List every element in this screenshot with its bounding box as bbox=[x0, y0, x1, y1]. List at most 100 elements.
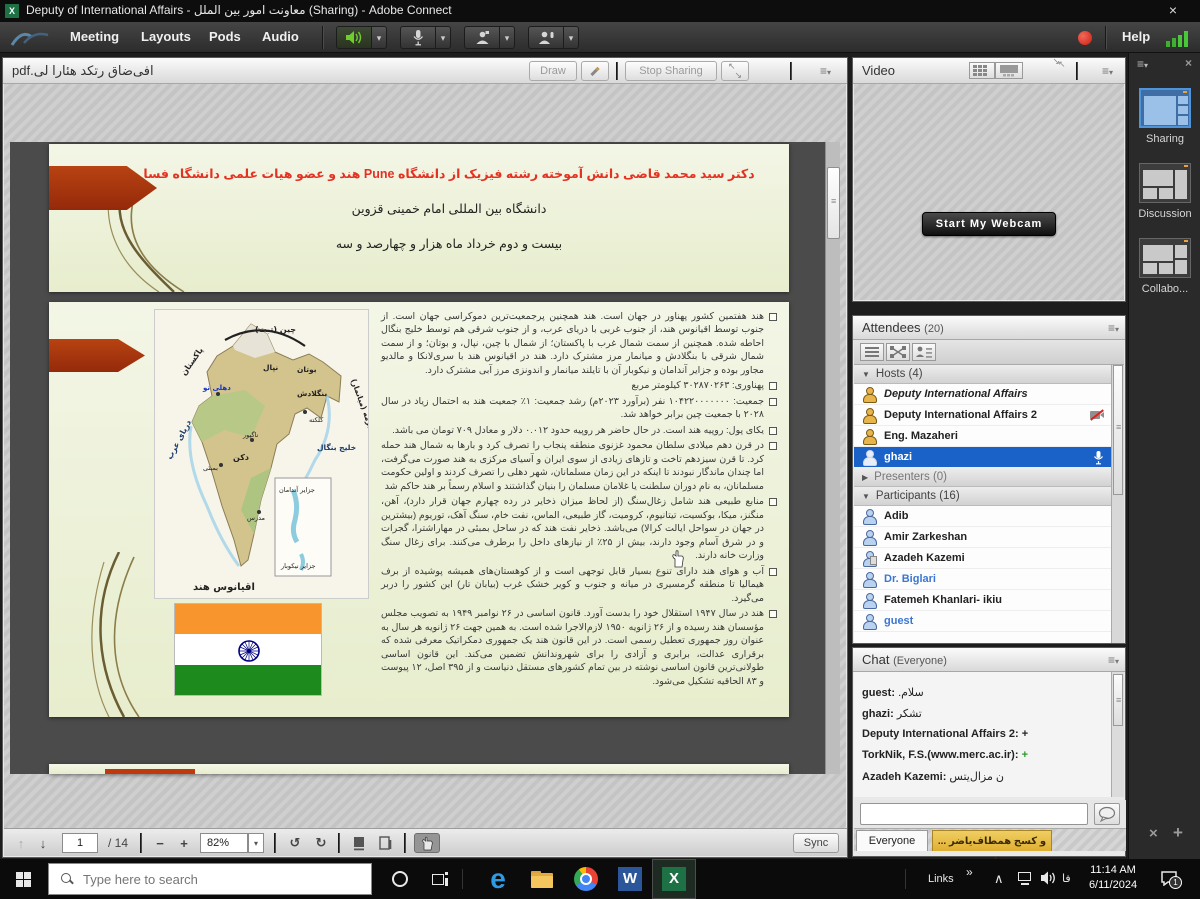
edge-browser-button[interactable]: e bbox=[478, 859, 518, 899]
minimize-button[interactable] bbox=[1072, 4, 1098, 19]
chat-send-button[interactable] bbox=[1094, 803, 1120, 825]
action-center-button[interactable]: 1 bbox=[1160, 870, 1178, 886]
recording-indicator-icon[interactable] bbox=[1078, 31, 1092, 45]
start-button[interactable] bbox=[0, 859, 48, 899]
chat-input[interactable] bbox=[860, 803, 1088, 825]
raise-hand-dropdown[interactable]: ▾ bbox=[564, 26, 579, 49]
layout-collaboration-label[interactable]: Collabo... bbox=[1129, 283, 1200, 295]
sync-button[interactable]: Sync bbox=[793, 833, 839, 853]
microphone-button[interactable] bbox=[400, 26, 436, 49]
speaker-view-button[interactable] bbox=[995, 62, 1023, 79]
raise-hand-button[interactable] bbox=[528, 26, 564, 49]
excel-button-active[interactable]: X bbox=[652, 859, 696, 899]
attendee-row-selected[interactable]: ghazi bbox=[854, 447, 1112, 468]
pencil-button[interactable] bbox=[581, 61, 609, 81]
speaker-button[interactable] bbox=[336, 26, 372, 49]
chat-tab-everyone[interactable]: Everyone bbox=[856, 830, 928, 851]
rotate-left-button[interactable]: ↺ bbox=[284, 833, 306, 853]
show-hidden-icons-button[interactable]: ∧ bbox=[994, 871, 1004, 887]
zoom-out-button[interactable]: − bbox=[150, 833, 170, 853]
file-explorer-button[interactable] bbox=[522, 859, 562, 899]
close-button[interactable]: × bbox=[1160, 4, 1186, 19]
taskbar-clock[interactable]: 11:14 AM 6/11/2024 bbox=[1078, 863, 1148, 893]
attendee-row[interactable]: Eng. Mazaheri bbox=[854, 426, 1112, 447]
layouts-close-button[interactable]: × bbox=[1185, 56, 1192, 70]
layouts-menu[interactable]: ≡▾ bbox=[1137, 57, 1148, 71]
taskbar-search[interactable] bbox=[48, 863, 372, 895]
cortana-button[interactable] bbox=[380, 859, 420, 899]
add-layout-button[interactable]: + bbox=[1173, 823, 1183, 843]
video-pod-menu[interactable]: ≡▾ bbox=[1102, 64, 1113, 78]
menu-meeting[interactable]: Meeting bbox=[70, 29, 119, 44]
attendees-scrollbar[interactable] bbox=[1111, 365, 1124, 643]
fullscreen-button[interactable] bbox=[721, 61, 749, 81]
speaker-dropdown[interactable]: ▾ bbox=[372, 26, 387, 49]
page-number-input[interactable]: 1 bbox=[62, 833, 98, 853]
viewer-scrollbar[interactable] bbox=[825, 142, 840, 774]
zoom-dropdown-arrow[interactable]: ▾ bbox=[248, 833, 264, 853]
breakout-view-button[interactable] bbox=[886, 343, 910, 361]
layout-collaboration-thumbnail[interactable] bbox=[1139, 238, 1191, 278]
zoom-in-button[interactable]: + bbox=[174, 833, 194, 853]
word-button[interactable]: W bbox=[610, 859, 650, 899]
attendee-status-view-button[interactable] bbox=[912, 343, 936, 361]
attendee-row[interactable]: Fatemeh Khanlari- ikiu bbox=[854, 590, 1112, 611]
rotate-right-button[interactable]: ↻ bbox=[310, 833, 332, 853]
pan-tool-button[interactable] bbox=[414, 833, 440, 853]
layout-discussion-thumbnail[interactable] bbox=[1139, 163, 1191, 203]
layout-discussion-label[interactable]: Discussion bbox=[1129, 208, 1200, 220]
webcam-button[interactable] bbox=[464, 26, 500, 49]
search-input[interactable] bbox=[83, 872, 333, 887]
task-view-icon bbox=[432, 872, 448, 886]
microphone-dropdown[interactable]: ▾ bbox=[436, 26, 451, 49]
chrome-button[interactable] bbox=[566, 859, 606, 899]
participants-section-header[interactable]: ▼Participants (16) bbox=[854, 487, 1112, 506]
participant-icon bbox=[862, 593, 877, 608]
layout-sharing-thumbnail[interactable] bbox=[1139, 88, 1191, 128]
attendee-row[interactable]: Amir Zarkeshan bbox=[854, 527, 1112, 548]
attendee-row[interactable]: guest bbox=[854, 611, 1112, 632]
attendees-scrollbar-thumb[interactable] bbox=[1113, 365, 1123, 495]
start-webcam-button[interactable]: Start My Webcam bbox=[922, 212, 1056, 236]
attendee-row[interactable]: Deputy International Affairs bbox=[854, 384, 1112, 405]
webcam-dropdown[interactable]: ▾ bbox=[500, 26, 515, 49]
chat-scrollbar[interactable] bbox=[1111, 672, 1124, 797]
menu-audio[interactable]: Audio bbox=[262, 29, 299, 44]
page-down-button[interactable]: ↓ bbox=[34, 833, 52, 853]
svg-text:دهلی نو: دهلی نو bbox=[202, 384, 231, 392]
draw-button[interactable]: Draw bbox=[529, 61, 577, 81]
hosts-section-header[interactable]: ▼Hosts (4) bbox=[854, 365, 1112, 384]
grid-view-icon bbox=[970, 63, 994, 78]
restore-button[interactable] bbox=[1118, 4, 1144, 19]
task-view-button[interactable] bbox=[420, 859, 460, 899]
layout-sharing-label[interactable]: Sharing bbox=[1129, 133, 1200, 145]
chat-pod-menu[interactable]: ≡▾ bbox=[1108, 653, 1119, 667]
fit-page-button[interactable] bbox=[348, 833, 370, 853]
fit-width-button[interactable] bbox=[374, 833, 396, 853]
share-pod-menu[interactable]: ≡▾ bbox=[820, 64, 831, 78]
attendees-pod-menu[interactable]: ≡▾ bbox=[1108, 321, 1119, 335]
filmstrip-view-button[interactable] bbox=[969, 62, 995, 79]
zoom-level-select[interactable]: 82% bbox=[200, 833, 248, 853]
attendee-row[interactable]: Deputy International Affairs 2 bbox=[854, 405, 1112, 426]
links-toolbar[interactable]: Links bbox=[928, 873, 954, 885]
remove-layout-button[interactable]: × bbox=[1149, 825, 1158, 842]
stop-sharing-button[interactable]: Stop Sharing bbox=[625, 61, 717, 81]
network-tray-icon[interactable] bbox=[1018, 872, 1034, 885]
flag-green-band bbox=[175, 665, 321, 695]
attendee-row[interactable]: Azadeh Kazemi bbox=[854, 548, 1112, 569]
links-chevron-icon[interactable]: » bbox=[966, 865, 973, 879]
viewer-scrollbar-thumb[interactable] bbox=[827, 167, 840, 239]
menu-layouts[interactable]: Layouts bbox=[141, 29, 191, 44]
language-indicator[interactable]: فا bbox=[1062, 872, 1071, 885]
attendee-row[interactable]: Adib bbox=[854, 506, 1112, 527]
presenters-section-header[interactable]: ▶Presenters (0) bbox=[854, 468, 1112, 487]
help-menu[interactable]: Help bbox=[1122, 29, 1150, 44]
chat-scrollbar-thumb[interactable] bbox=[1113, 674, 1123, 726]
menu-pods[interactable]: Pods bbox=[209, 29, 241, 44]
volume-tray-icon[interactable] bbox=[1040, 870, 1056, 891]
chat-tab-private[interactable]: ... رضای‌فاطمه جسک و غل bbox=[932, 830, 1052, 851]
page-up-button[interactable]: ↑ bbox=[12, 833, 30, 853]
attendee-row[interactable]: Dr. Biglari bbox=[854, 569, 1112, 590]
attendee-list-view-button[interactable] bbox=[860, 343, 884, 361]
